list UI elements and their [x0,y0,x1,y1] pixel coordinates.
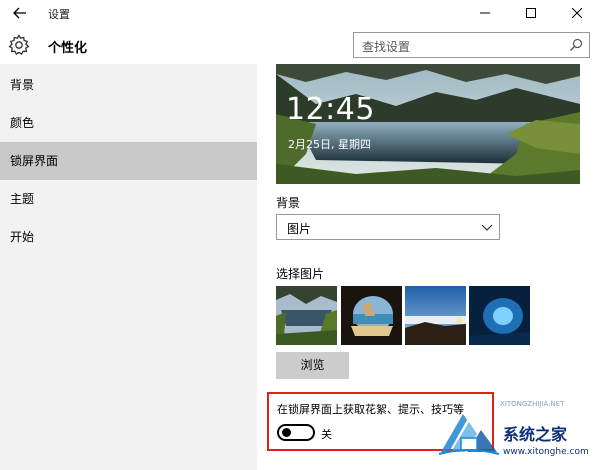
maximize-icon [526,8,536,18]
picture-thumbnail-lake[interactable] [276,286,337,345]
tips-toggle-switch[interactable] [277,424,315,441]
close-icon [572,8,582,18]
lockscreen-preview: 12:45 2月25日, 星期四 [276,64,580,184]
beach-arch-thumbnail-image [341,286,402,345]
background-dropdown[interactable]: 图片 [276,214,500,240]
sidebar-item-label: 开始 [10,230,35,244]
sidebar-item-background[interactable]: 背景 [0,66,257,104]
tips-setting-label: 在锁屏界面上获取花絮、提示、技巧等 [277,403,464,416]
sidebar-item-themes[interactable]: 主题 [0,180,257,218]
search-icon[interactable] [569,38,583,52]
sea-clouds-thumbnail-image [405,286,466,345]
picture-thumbnail-ice-cave[interactable] [469,286,530,345]
gear-icon [8,34,30,56]
page-title: 个性化 [48,41,88,56]
preview-time: 12:45 [286,92,375,127]
watermark-url: www.xitonghe.com [503,447,589,457]
picture-thumbnail-beach-arch[interactable] [341,286,402,345]
minimize-icon [480,12,490,14]
sidebar: 背景 颜色 锁屏界面 主题 开始 [0,64,257,470]
toggle-state-label: 关 [321,428,332,441]
sidebar-item-start[interactable]: 开始 [0,218,257,256]
search-placeholder: 查找设置 [362,40,411,54]
choose-picture-label: 选择图片 [276,267,325,281]
title-bar: 设置 [0,0,600,26]
background-label: 背景 [276,196,301,210]
sidebar-item-lockscreen[interactable]: 锁屏界面 [0,142,257,180]
preview-date: 2月25日, 星期四 [288,138,371,151]
watermark-brand: 系统之家 [503,425,568,444]
back-button[interactable] [6,2,34,24]
lake-thumbnail-image [276,286,337,345]
maximize-button[interactable] [508,0,554,26]
back-arrow-icon [13,7,26,19]
background-dropdown-value: 图片 [287,222,312,236]
watermark-logo [438,414,500,455]
close-button[interactable] [554,0,600,26]
sidebar-item-label: 颜色 [10,116,35,130]
minimize-button[interactable] [462,0,508,26]
sidebar-item-label: 背景 [10,78,35,92]
chevron-down-icon [481,224,493,231]
toggle-knob [282,428,291,437]
watermark-sub-url: XITONGZHIJIA.NET [500,400,565,408]
sidebar-item-label: 锁屏界面 [10,154,59,168]
browse-button[interactable]: 浏览 [276,352,349,379]
picture-thumbnail-sea-clouds[interactable] [405,286,466,345]
window-title: 设置 [48,8,70,21]
sidebar-item-colors[interactable]: 颜色 [0,104,257,142]
ice-cave-thumbnail-image [469,286,530,345]
search-input[interactable]: 查找设置 [353,32,590,58]
sidebar-item-label: 主题 [10,192,35,206]
